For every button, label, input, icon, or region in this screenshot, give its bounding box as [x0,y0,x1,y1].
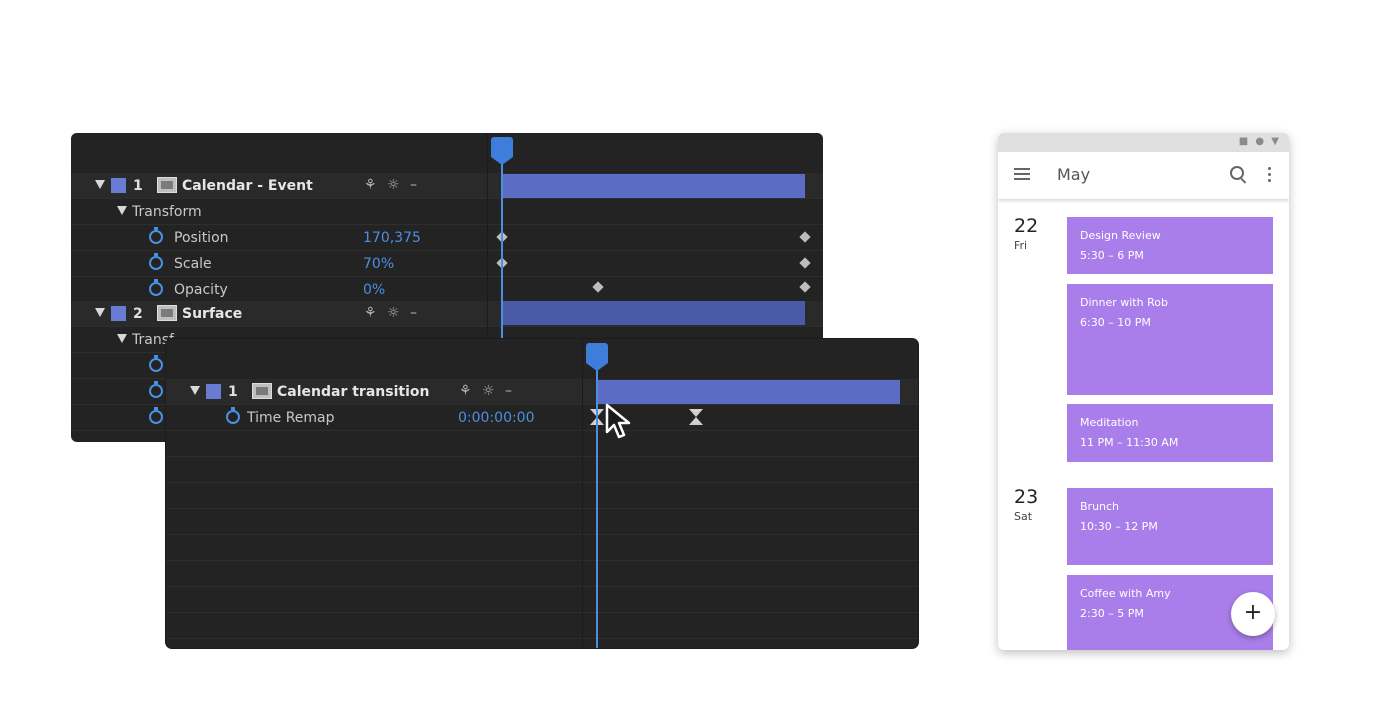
event-title: Dinner with Rob [1080,296,1168,309]
layer-switches[interactable]: ⚘ ☼ – [459,383,515,399]
event-card[interactable]: Meditation 11 PM – 11:30 AM [1067,404,1273,462]
status-icons: ■ ● ▼ [1238,136,1281,147]
expand-triangle-icon[interactable] [95,180,105,189]
layer-color-swatch[interactable] [206,384,221,399]
composition-icon [157,177,177,193]
transform-group-row[interactable]: Transform [71,199,823,225]
layer-name[interactable]: Surface [182,306,242,322]
layer-duration-bar[interactable] [597,380,900,404]
hold-keyframe-icon[interactable] [689,409,703,425]
timeline-ruler [71,133,823,173]
expand-triangle-icon[interactable] [117,206,127,215]
panel-divider[interactable] [582,339,583,648]
playhead-line[interactable] [596,357,598,648]
stopwatch-icon[interactable] [149,381,163,398]
expand-triangle-icon[interactable] [117,334,127,343]
property-value[interactable]: 0:00:00:00 [458,410,535,426]
stopwatch-icon[interactable] [149,407,163,424]
stopwatch-icon[interactable] [149,355,163,372]
stopwatch-icon[interactable] [149,279,163,296]
event-title: Coffee with Amy [1080,587,1171,600]
timeline-panel-front: 1 Calendar transition ⚘ ☼ – Time Remap 0… [166,339,918,648]
layer-name[interactable]: Calendar transition [277,384,429,400]
phone-calendar-app: ■ ● ▼ May 22 Fri Design Review 5:30 – 6 … [998,133,1289,650]
timeline-ruler [166,339,918,379]
event-title: Brunch [1080,500,1120,513]
stopwatch-icon[interactable] [149,227,163,244]
layer-index: 1 [228,384,238,400]
composition-icon [252,383,272,399]
empty-row [166,483,918,509]
playhead-handle[interactable] [491,137,513,165]
property-name: Scale [174,256,212,272]
transform-label: Transform [132,204,202,220]
expand-triangle-icon[interactable] [95,308,105,317]
layer-duration-bar[interactable] [502,301,805,325]
property-value[interactable]: 0% [363,282,385,298]
event-time: 11 PM – 11:30 AM [1080,436,1179,449]
event-card[interactable]: Brunch 10:30 – 12 PM [1067,488,1273,565]
property-row-scale[interactable]: Scale 70% [71,251,823,277]
empty-row [166,431,918,457]
event-title: Design Review [1080,229,1161,242]
day-number: 23 [1014,486,1039,508]
layer-switches[interactable]: ⚘ ☼ – [364,305,420,321]
event-time: 6:30 – 10 PM [1080,316,1151,329]
layer-color-swatch[interactable] [111,178,126,193]
empty-row [166,561,918,587]
day-name: Sat [1014,510,1033,523]
layer-index: 2 [133,306,143,322]
property-name: Time Remap [247,410,335,426]
search-icon[interactable] [1230,166,1244,180]
layer-duration-bar[interactable] [502,174,805,198]
layer-switches[interactable]: ⚘ ☼ – [364,177,420,193]
property-row-time-remap[interactable]: Time Remap 0:00:00:00 [166,405,918,431]
app-bar: May [998,152,1289,199]
layer-name[interactable]: Calendar - Event [182,178,313,194]
stopwatch-icon[interactable] [149,253,163,270]
status-bar: ■ ● ▼ [998,133,1289,152]
playhead-handle[interactable] [586,343,608,371]
expand-triangle-icon[interactable] [190,386,200,395]
empty-row [166,509,918,535]
add-event-button[interactable]: + [1231,592,1275,636]
layer-index: 1 [133,178,143,194]
event-time: 5:30 – 6 PM [1080,249,1144,262]
empty-row [166,535,918,561]
mouse-cursor-icon [605,403,631,439]
property-row-position[interactable]: Position 170,375 [71,225,823,251]
event-time: 10:30 – 12 PM [1080,520,1158,533]
property-value[interactable]: 170,375 [363,230,421,246]
stopwatch-icon[interactable] [226,407,240,424]
event-card[interactable]: Design Review 5:30 – 6 PM [1067,217,1273,274]
layer-color-swatch[interactable] [111,306,126,321]
day-name: Fri [1014,239,1028,252]
day-number: 22 [1014,215,1039,237]
menu-icon[interactable] [1014,168,1030,180]
app-title: May [1057,165,1091,184]
property-value[interactable]: 70% [363,256,394,272]
event-title: Meditation [1080,416,1139,429]
property-name: Opacity [174,282,228,298]
empty-row [166,457,918,483]
more-vert-icon[interactable] [1268,167,1272,183]
property-name: Position [174,230,229,246]
composition-icon [157,305,177,321]
empty-row [166,587,918,613]
property-row-opacity[interactable]: Opacity 0% [71,277,823,303]
event-card[interactable]: Dinner with Rob 6:30 – 10 PM [1067,284,1273,395]
empty-row [166,613,918,639]
